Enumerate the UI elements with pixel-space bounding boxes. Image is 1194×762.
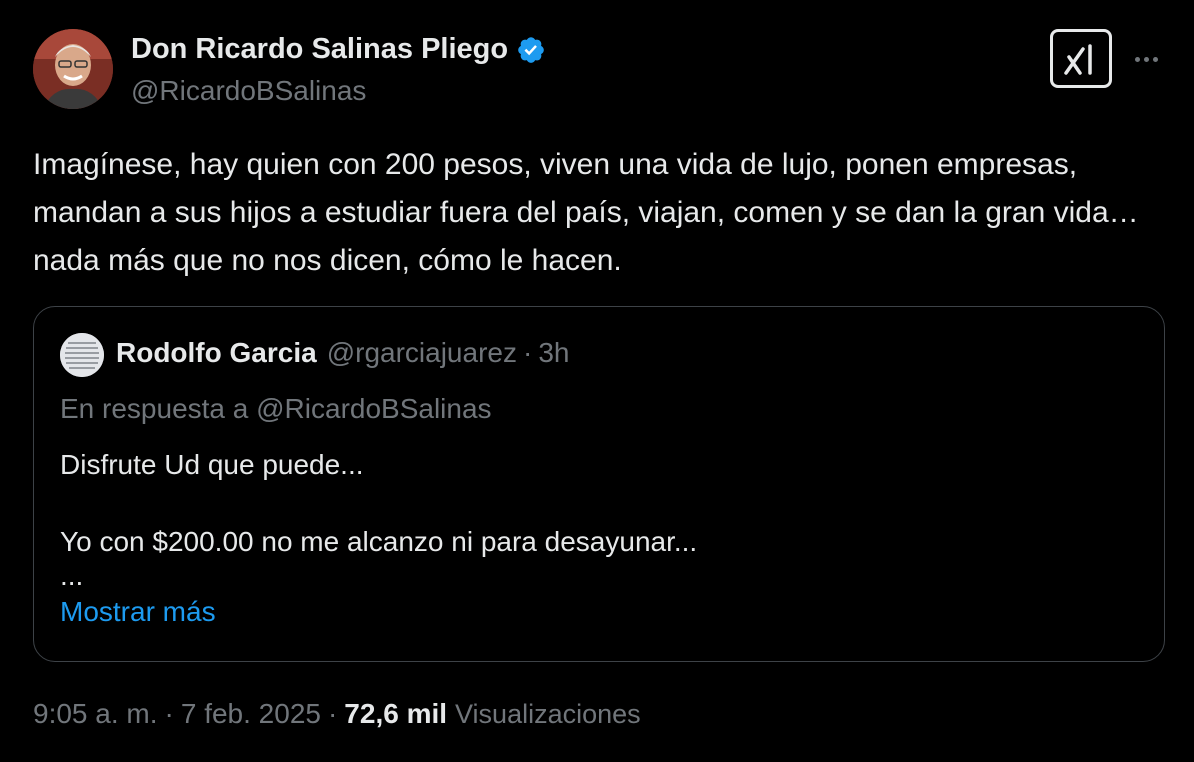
meta-separator: ·	[164, 698, 174, 729]
meta-separator: ·	[327, 698, 338, 729]
quote-timestamp[interactable]: 3h	[538, 337, 569, 369]
quote-paragraph-gap	[60, 485, 1140, 522]
tweet-text: Imagínese, hay quien con 200 pesos, vive…	[33, 148, 1139, 277]
reply-handle: @RicardoBSalinas	[256, 393, 492, 424]
grok-icon	[1064, 43, 1092, 75]
quote-header: Rodolfo Garcia @rgarciajuarez · 3h	[116, 337, 569, 369]
author-avatar[interactable]	[33, 29, 113, 109]
tweet-date[interactable]: 7 feb. 2025	[181, 698, 321, 730]
verified-badge-icon	[516, 35, 546, 65]
quote-line: ...	[60, 560, 84, 591]
more-options-icon[interactable]	[1128, 44, 1164, 74]
quote-separator: ·	[522, 337, 533, 368]
quote-text: Disfrute Ud que puede... Yo con $200.00 …	[60, 445, 1140, 590]
avatar-image	[60, 333, 104, 377]
tweet-meta: 9:05 a. m. · 7 feb. 2025 · 72,6 mil Visu…	[33, 698, 641, 730]
more-dot	[1134, 56, 1140, 62]
author-name-text: Don Ricardo Salinas Pliego	[131, 33, 509, 65]
avatar-photo	[33, 29, 113, 109]
quote-line: Yo con $200.00 no me alcanzo ni para des…	[60, 526, 698, 557]
more-dot	[1143, 56, 1149, 62]
quoted-tweet[interactable]: Rodolfo Garcia @rgarciajuarez · 3h En re…	[33, 306, 1165, 662]
tweet-time[interactable]: 9:05 a. m.	[33, 698, 158, 730]
reply-prefix: En respuesta a	[60, 393, 249, 424]
quote-author-name[interactable]: Rodolfo Garcia	[116, 337, 317, 369]
views-count[interactable]: 72,6 mil	[344, 698, 447, 730]
views-label[interactable]: Visualizaciones	[455, 699, 641, 730]
quote-author-avatar[interactable]	[60, 333, 104, 377]
show-more-link[interactable]: Mostrar más	[60, 596, 216, 628]
author-display-name[interactable]: Don Ricardo Salinas Pliego	[131, 33, 546, 66]
author-handle[interactable]: @RicardoBSalinas	[131, 75, 366, 107]
tweet: Don Ricardo Salinas Pliego @RicardoBSali…	[0, 0, 1194, 762]
reply-context: En respuesta a @RicardoBSalinas	[60, 393, 492, 425]
quote-line: Disfrute Ud que puede...	[60, 449, 364, 480]
grok-button[interactable]	[1050, 29, 1112, 88]
quote-author-handle[interactable]: @rgarciajuarez	[327, 337, 517, 369]
more-dot	[1152, 56, 1158, 62]
